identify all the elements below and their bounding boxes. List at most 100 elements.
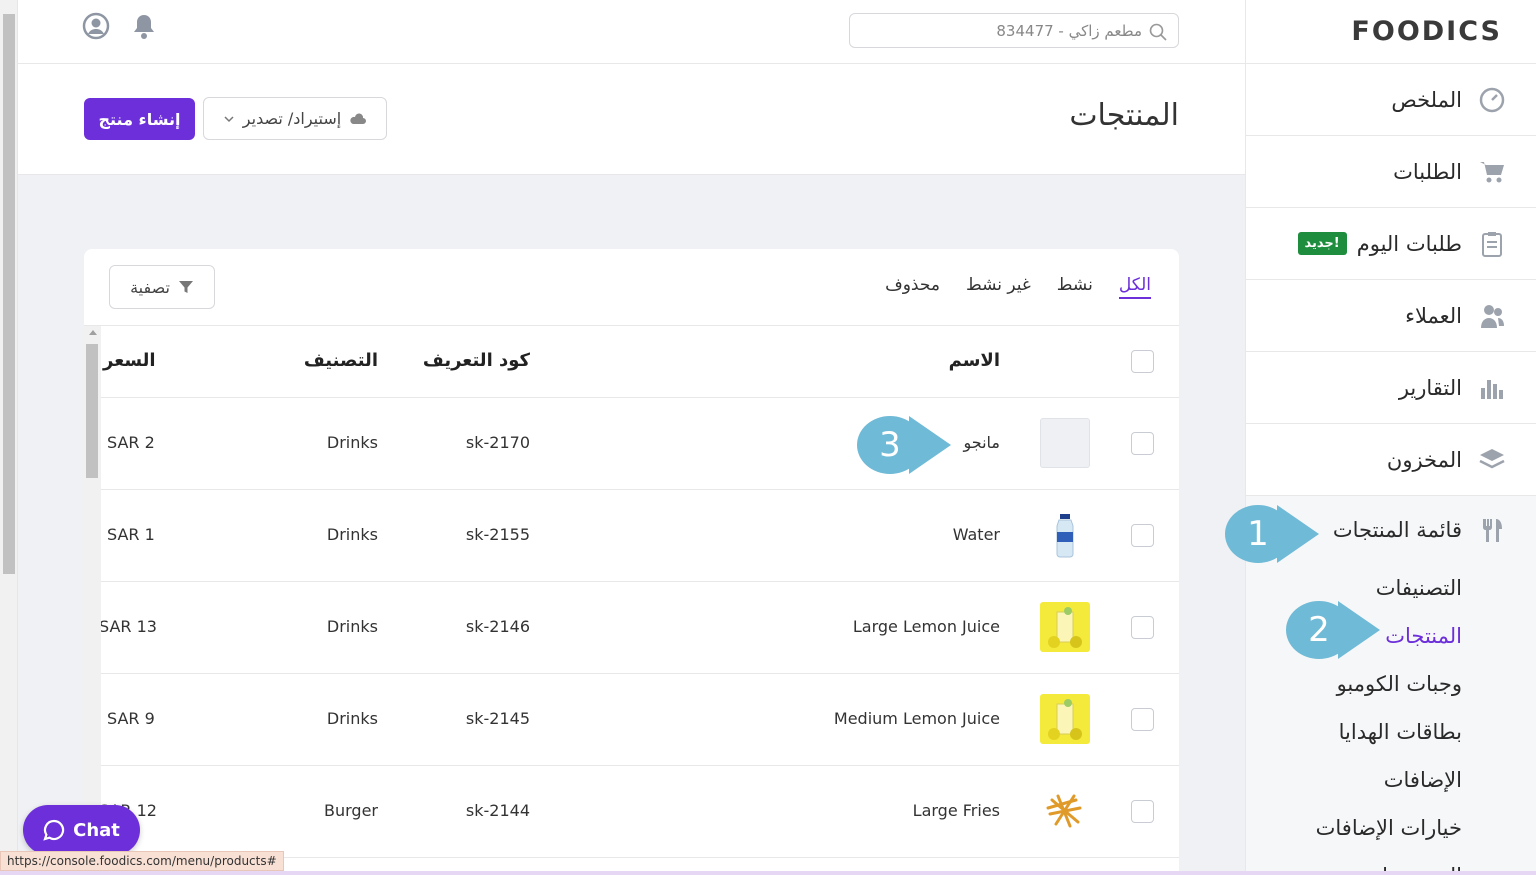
product-category: Drinks [326, 525, 378, 544]
callout-number: 1 [1225, 505, 1291, 563]
layers-icon [1479, 448, 1505, 468]
product-price: SAR 13 [99, 617, 157, 636]
chevron-down-icon [224, 115, 234, 122]
callout-number: 2 [1286, 601, 1352, 659]
table-scrollbar-thumb[interactable] [86, 344, 98, 478]
status-bar-url: https://console.foodics.com/menu/product… [0, 851, 284, 871]
tab-deleted[interactable]: محذوف [885, 275, 940, 299]
chat-label: Chat [73, 819, 120, 841]
sidebar-item-gift-cards[interactable]: بطاقات الهدايا [1246, 708, 1536, 756]
import-export-label: إستيراد/ تصدير [242, 109, 342, 128]
product-price: SAR 9 [107, 709, 155, 728]
top-bar: مطعم زاكي - 834477 [18, 0, 1245, 64]
sidebar-item-combos[interactable]: وجبات الكومبو [1246, 660, 1536, 708]
product-sku: sk-2170 [465, 433, 530, 452]
products-card: الكل نشط غير نشط محذوف تصفية الاسم كود ا… [84, 249, 1179, 875]
sidebar-item-label: العملاء [1405, 303, 1462, 328]
filter-label: تصفية [130, 277, 170, 297]
row-checkbox[interactable] [1131, 800, 1154, 823]
product-name: مانجو [963, 433, 1001, 452]
product-sku: sk-2155 [465, 525, 530, 544]
product-sku: sk-2146 [465, 617, 530, 636]
table-row[interactable]: Water sk-2155 Drinks SAR 1 [101, 490, 1179, 582]
sidebar-item-label: قائمة المنتجات [1332, 518, 1462, 542]
product-price: SAR 1 [107, 525, 155, 544]
status-tabs: الكل نشط غير نشط محذوف [885, 275, 1151, 299]
table-scrollbar[interactable] [84, 326, 101, 875]
foodics-logo[interactable]: FOODICS [1246, 0, 1536, 64]
table-row[interactable]: Large Lemon Juice sk-2146 Drinks SAR 13 [99, 582, 1179, 674]
utensils-icon [1483, 519, 1502, 542]
sidebar: FOODICS الملخص الطلبات جديد! طلبات اليوم… [1245, 0, 1536, 875]
sidebar-item-label: المخزون [1386, 447, 1462, 472]
product-sku: sk-2145 [465, 709, 530, 728]
cart-icon [1480, 161, 1504, 182]
users-icon [1481, 304, 1504, 328]
sidebar-item-inventory[interactable]: المخزون [1246, 424, 1536, 496]
lemon-juice-image [1040, 694, 1090, 744]
sidebar-item-customers[interactable]: العملاء [1246, 280, 1536, 352]
window-scrollbar[interactable] [0, 0, 18, 875]
tab-active[interactable]: نشط [1057, 275, 1093, 299]
new-badge: جديد! [1297, 232, 1347, 255]
product-name: Medium Lemon Juice [833, 709, 1000, 728]
row-checkbox[interactable] [1131, 524, 1154, 547]
table-header: الاسم كود التعريف التصنيف السعر [101, 326, 1179, 398]
table-row[interactable]: Large Fries sk-2144 Burger SAR 12 [99, 766, 1179, 858]
callout-number: 3 [857, 416, 923, 474]
clipboard-icon [1482, 231, 1502, 257]
product-sku: sk-2144 [465, 801, 530, 820]
lemon-juice-image [1040, 602, 1090, 652]
row-checkbox[interactable] [1131, 432, 1154, 455]
product-category: Drinks [326, 617, 378, 636]
product-name: Large Fries [912, 801, 1000, 820]
chat-bubble-icon [43, 819, 65, 841]
tab-all[interactable]: الكل [1118, 275, 1151, 299]
sidebar-item-label: الملخص [1391, 87, 1462, 112]
tab-inactive[interactable]: غير نشط [966, 275, 1031, 299]
row-checkbox[interactable] [1131, 616, 1154, 639]
sidebar-item-today-orders[interactable]: جديد! طلبات اليوم [1246, 208, 1536, 280]
chart-icon [1481, 379, 1503, 399]
bottom-edge [0, 871, 1536, 875]
search-icon [1149, 23, 1167, 41]
filter-button[interactable]: تصفية [109, 265, 215, 309]
search-value: مطعم زاكي - 834477 [996, 21, 1142, 40]
dashboard-icon [1479, 87, 1505, 112]
create-product-button[interactable]: إنشاء منتج [84, 98, 195, 140]
scroll-up-arrow-icon[interactable] [89, 330, 97, 335]
water-bottle-image [1040, 510, 1090, 560]
table-row[interactable]: Medium Lemon Juice sk-2145 Drinks SAR 9 [101, 674, 1179, 766]
header-name[interactable]: الاسم [949, 350, 1000, 371]
product-category: Burger [324, 801, 378, 820]
page-header: المنتجات إستيراد/ تصدير إنشاء منتج [18, 64, 1245, 175]
product-price: SAR 2 [107, 433, 155, 452]
user-icon[interactable] [82, 12, 110, 40]
header-category[interactable]: التصنيف [304, 350, 378, 371]
product-category: Drinks [326, 433, 378, 452]
product-name: Water [952, 525, 1000, 544]
header-price[interactable]: السعر [103, 350, 156, 371]
sidebar-item-label: الطلبات [1393, 159, 1462, 184]
sidebar-item-modifier-options[interactable]: خيارات الإضافات [1246, 804, 1536, 852]
bell-icon[interactable] [130, 12, 158, 40]
sidebar-item-modifiers[interactable]: الإضافات [1246, 756, 1536, 804]
product-category: Drinks [326, 709, 378, 728]
header-sku[interactable]: كود التعريف [423, 350, 530, 371]
branch-search-input[interactable]: مطعم زاكي - 834477 [849, 13, 1179, 48]
fries-image [1040, 786, 1090, 836]
row-checkbox[interactable] [1131, 708, 1154, 731]
table-row[interactable]: مانجو sk-2170 Drinks SAR 2 [101, 398, 1179, 490]
chat-button[interactable]: Chat [23, 805, 140, 855]
window-scrollbar-thumb[interactable] [3, 14, 15, 574]
page-title: المنتجات [1069, 98, 1179, 133]
sidebar-item-categories[interactable]: التصنيفات [1246, 564, 1536, 612]
product-name: Large Lemon Juice [852, 617, 1000, 636]
sidebar-item-dashboard[interactable]: الملخص [1246, 64, 1536, 136]
product-image-placeholder [1040, 418, 1090, 468]
sidebar-item-orders[interactable]: الطلبات [1246, 136, 1536, 208]
cloud-icon [350, 112, 367, 124]
select-all-checkbox[interactable] [1131, 350, 1154, 373]
import-export-button[interactable]: إستيراد/ تصدير [203, 97, 387, 140]
sidebar-item-reports[interactable]: التقارير [1246, 352, 1536, 424]
